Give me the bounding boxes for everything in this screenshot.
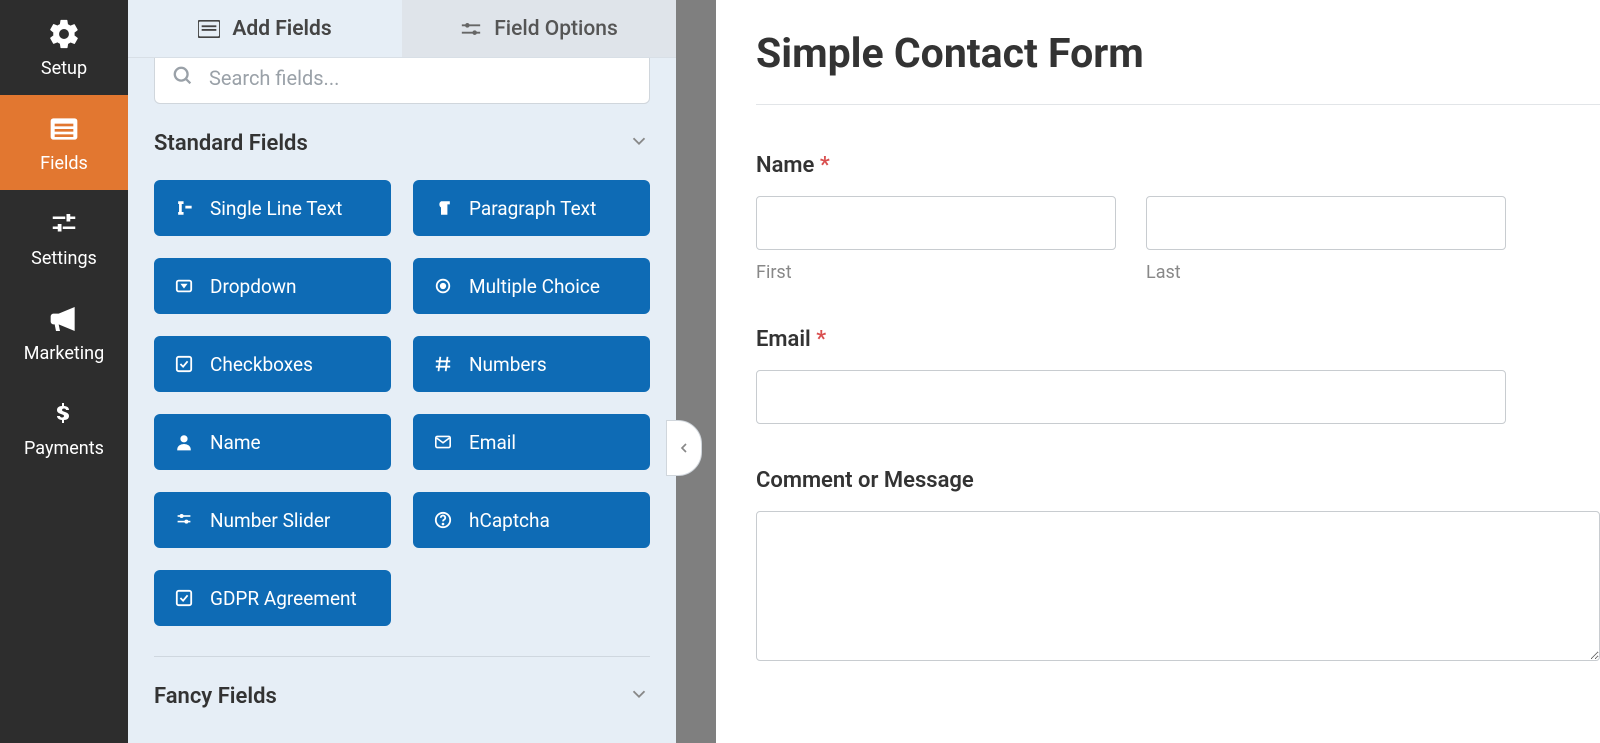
nav-settings[interactable]: Settings [0,190,128,285]
form-preview: Simple Contact Form Name * First Last Em… [716,0,1600,743]
preview-comment-field[interactable]: Comment or Message [756,468,1600,665]
hashtag-icon [433,354,453,374]
label-text: Email [756,327,811,352]
name-label: Name * [756,153,1600,178]
search-input[interactable] [154,58,650,104]
chevron-down-icon [628,130,650,156]
field-label: Multiple Choice [469,275,600,298]
tab-field-options[interactable]: Field Options [402,0,676,57]
section-title: Standard Fields [154,131,308,156]
nav-label: Marketing [24,343,104,364]
field-name[interactable]: Name [154,414,391,470]
tab-label: Add Fields [232,17,331,41]
question-circle-icon [433,510,453,530]
collapse-panel-button[interactable] [666,420,702,476]
email-input[interactable] [756,370,1506,424]
dollar-icon [45,398,83,430]
divider [756,104,1600,105]
checkbox-icon [174,588,194,608]
section-title: Fancy Fields [154,684,277,709]
section-standard-fields[interactable]: Standard Fields [154,130,650,156]
bullhorn-icon [45,303,83,335]
tab-add-fields[interactable]: Add Fields [128,0,402,57]
nav-sidebar: Setup Fields Settings Marketing Payments [0,0,128,743]
fields-panel: Add Fields Field Options Standard Fields [128,0,676,743]
nav-label: Setup [41,58,87,79]
form-icon [198,20,220,38]
field-label: Email [469,431,516,454]
nav-label: Settings [31,248,97,269]
first-name-input[interactable] [756,196,1116,250]
radio-icon [433,276,453,296]
sliders-icon [460,20,482,38]
field-label: Name [210,431,261,454]
field-gdpr-agreement[interactable]: GDPR Agreement [154,570,391,626]
nav-marketing[interactable]: Marketing [0,285,128,380]
chevron-down-icon [628,683,650,709]
divider [154,656,650,657]
field-numbers[interactable]: Numbers [413,336,650,392]
sublabel-first: First [756,262,1116,283]
search-wrap [154,58,650,104]
field-single-line-text[interactable]: Single Line Text [154,180,391,236]
panel-tabs: Add Fields Field Options [128,0,676,58]
nav-label: Payments [24,438,104,459]
email-label: Email * [756,327,1600,352]
nav-fields[interactable]: Fields [0,95,128,190]
text-cursor-icon [174,198,194,218]
last-name-input[interactable] [1146,196,1506,250]
preview-email-field[interactable]: Email * [756,327,1600,424]
sliders-icon [45,208,83,240]
field-label: Dropdown [210,275,297,298]
comment-textarea[interactable] [756,511,1600,661]
field-hcaptcha[interactable]: hCaptcha [413,492,650,548]
field-label: Paragraph Text [469,197,596,220]
gutter [676,0,716,743]
search-icon [172,65,194,91]
paragraph-icon [433,198,453,218]
envelope-icon [433,432,453,452]
required-asterisk: * [816,327,826,352]
field-label: Numbers [469,353,547,376]
field-label: Checkboxes [210,353,313,376]
required-asterisk: * [820,153,830,178]
form-title: Simple Contact Form [756,30,1600,78]
field-dropdown[interactable]: Dropdown [154,258,391,314]
field-label: Single Line Text [210,197,342,220]
field-number-slider[interactable]: Number Slider [154,492,391,548]
nav-payments[interactable]: Payments [0,380,128,475]
field-paragraph-text[interactable]: Paragraph Text [413,180,650,236]
field-checkboxes[interactable]: Checkboxes [154,336,391,392]
sublabel-last: Last [1146,262,1506,283]
field-label: Number Slider [210,509,330,532]
tab-label: Field Options [494,17,618,41]
nav-label: Fields [40,153,88,174]
list-icon [45,113,83,145]
field-multiple-choice[interactable]: Multiple Choice [413,258,650,314]
section-fancy-fields[interactable]: Fancy Fields [154,683,650,709]
standard-fields-grid: Single Line Text Paragraph Text Dropdown… [154,180,650,626]
field-label: hCaptcha [469,509,550,532]
dropdown-icon [174,276,194,296]
field-email[interactable]: Email [413,414,650,470]
user-icon [174,432,194,452]
nav-setup[interactable]: Setup [0,0,128,95]
comment-label: Comment or Message [756,468,1600,493]
label-text: Name [756,153,814,178]
sliders-icon [174,510,194,530]
gear-icon [45,18,83,50]
preview-name-field[interactable]: Name * First Last [756,153,1600,283]
field-label: GDPR Agreement [210,587,357,610]
checkbox-icon [174,354,194,374]
chevron-left-icon [676,440,692,456]
